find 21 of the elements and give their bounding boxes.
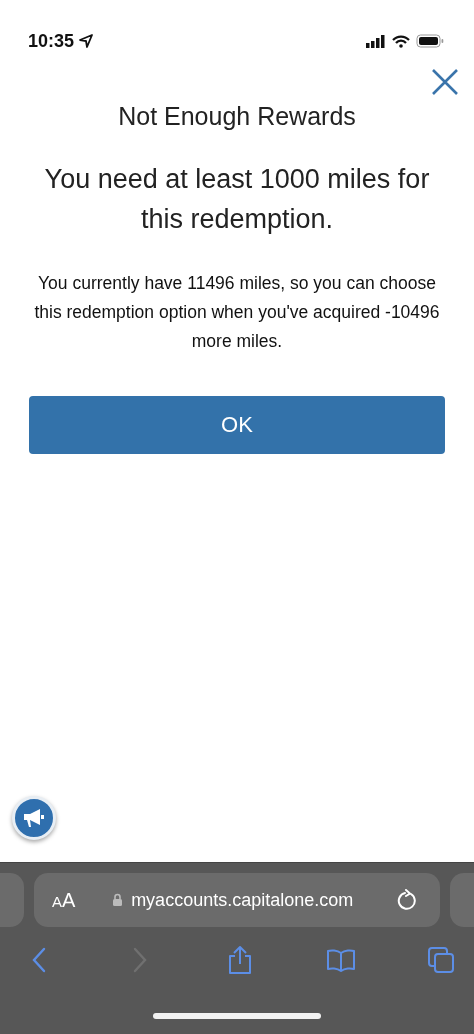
address-bar[interactable]: AA myaccounts.capitalone.com: [34, 873, 440, 927]
text-size-button[interactable]: AA: [52, 888, 76, 912]
wifi-icon: [392, 34, 410, 48]
feedback-button[interactable]: [12, 796, 56, 840]
location-icon: [79, 34, 94, 48]
url-text: myaccounts.capitalone.com: [131, 889, 354, 911]
megaphone-icon: [22, 808, 46, 828]
share-icon: [228, 945, 252, 975]
tabs-icon: [427, 946, 455, 974]
status-time: 10:35: [28, 30, 75, 52]
lock-icon: [112, 893, 124, 907]
signal-icon: [366, 34, 386, 48]
battery-icon: [416, 34, 444, 48]
book-icon: [325, 948, 356, 972]
dialog-title: Not Enough Rewards: [118, 102, 356, 131]
forward-icon: [132, 947, 147, 973]
back-icon: [32, 947, 46, 973]
ok-button[interactable]: OK: [29, 396, 445, 454]
reload-icon: [397, 889, 417, 911]
dialog-heading: You need at least 1000 miles for this redemption.: [43, 163, 431, 236]
dialog-message: You currently have 11496 miles, so you can choose this redemption option when you've acquired -10496 more miles.: [33, 272, 441, 353]
